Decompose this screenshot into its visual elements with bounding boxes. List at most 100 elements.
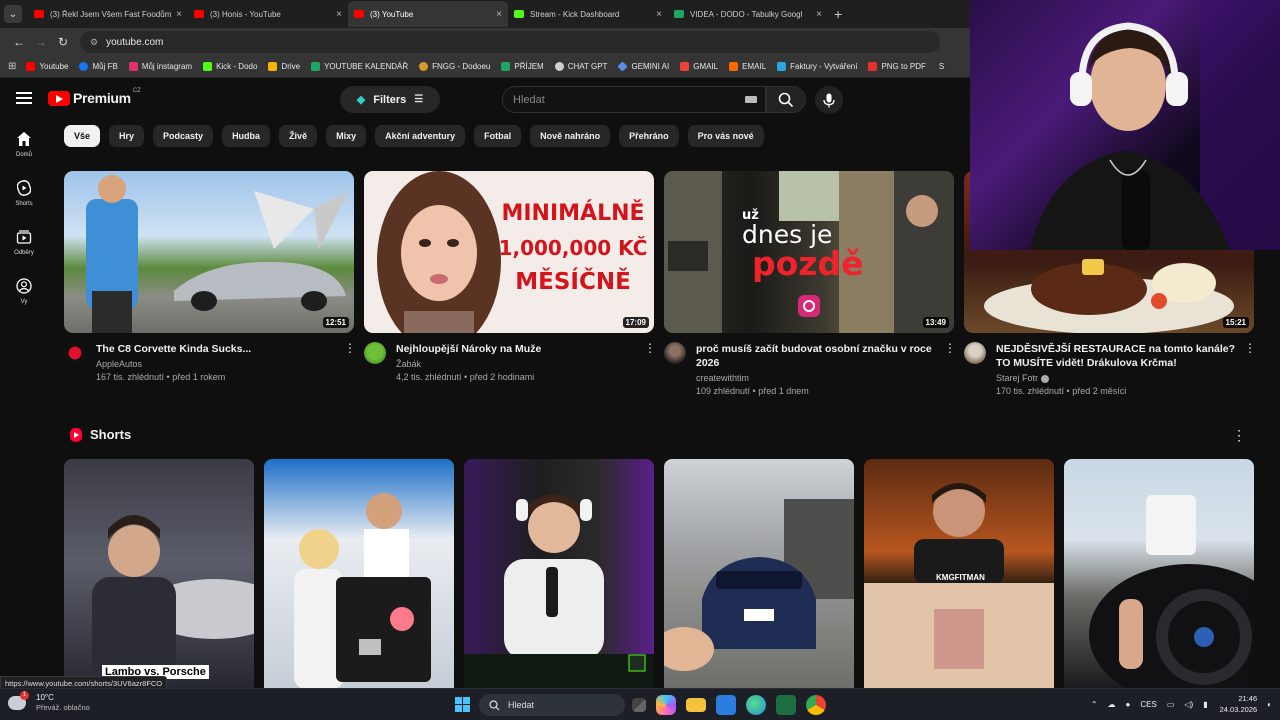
sidebar-item-subscriptions[interactable]: Odběry bbox=[0, 220, 48, 269]
channel-avatar[interactable] bbox=[364, 342, 386, 364]
copilot-icon[interactable] bbox=[656, 695, 676, 715]
close-tab-icon[interactable]: × bbox=[176, 9, 182, 20]
store-icon[interactable] bbox=[716, 695, 736, 715]
network-icon[interactable]: ▭ bbox=[1167, 700, 1175, 709]
video-title[interactable]: Nejhloupější Nároky na Muže bbox=[396, 342, 644, 356]
bookmark-item[interactable]: PŘÍJEM bbox=[501, 62, 544, 71]
bookmark-item[interactable]: GMAIL bbox=[680, 62, 718, 71]
youtube-premium-logo[interactable]: Premium CZ bbox=[48, 88, 141, 106]
onedrive-icon[interactable]: ☁ bbox=[1108, 700, 1116, 709]
bookmark-item[interactable]: Drive bbox=[268, 62, 300, 71]
chip-football[interactable]: Fotbal bbox=[474, 125, 522, 147]
chip-recently-uploaded[interactable]: Nově nahráno bbox=[530, 125, 611, 147]
notification-bell-icon[interactable]: ◐ bbox=[1267, 700, 1272, 709]
close-tab-icon[interactable]: × bbox=[336, 9, 342, 20]
sidebar-item-you[interactable]: Vy bbox=[0, 269, 48, 318]
forward-arrow-icon[interactable]: → bbox=[30, 35, 52, 49]
bookmark-item[interactable]: YOUTUBE KALENDÁŘ bbox=[311, 62, 408, 71]
video-thumbnail[interactable]: 12:51 bbox=[64, 171, 354, 333]
taskbar-search[interactable]: Hledat bbox=[479, 694, 625, 716]
input-language[interactable]: CES bbox=[1140, 700, 1156, 709]
channel-avatar[interactable] bbox=[664, 342, 686, 364]
bookmark-item[interactable]: PNG to PDF bbox=[868, 62, 926, 71]
menu-icon[interactable] bbox=[16, 92, 32, 104]
microphone-tray-icon[interactable]: ● bbox=[1126, 700, 1131, 709]
channel-name[interactable]: AppleAutos bbox=[96, 359, 344, 369]
more-vert-icon[interactable]: ⋮ bbox=[1244, 342, 1256, 396]
video-card[interactable]: už dnes je pozdě 13:49 proč musíš začít … bbox=[664, 171, 956, 396]
short-card[interactable]: KMGFITMAN bbox=[864, 459, 1054, 689]
video-thumbnail[interactable]: MINIMÁLNĚ 1,000,000 KČ MĚSÍČNĚ 17:09 bbox=[364, 171, 654, 333]
more-vert-icon[interactable]: ⋮ bbox=[644, 342, 656, 382]
weather-widget[interactable]: 1 10°C Převáž. oblačno bbox=[8, 690, 90, 712]
tab-search-button[interactable]: ⌄ bbox=[4, 5, 22, 23]
video-card[interactable]: MINIMÁLNĚ 1,000,000 KČ MĚSÍČNĚ 17:09 Nej… bbox=[364, 171, 656, 382]
filters-button[interactable]: ◆ Filters ☰ bbox=[340, 86, 440, 113]
chip-live[interactable]: Živě bbox=[279, 125, 318, 147]
channel-name[interactable]: Starej Fotr bbox=[996, 373, 1244, 383]
video-title[interactable]: The C8 Corvette Kinda Sucks... bbox=[96, 342, 344, 356]
browser-tab[interactable]: Stream - Kick Dashboard × bbox=[508, 1, 668, 27]
short-card[interactable] bbox=[1064, 459, 1254, 689]
bookmark-item[interactable]: FNGG - Dodoeu bbox=[419, 62, 490, 71]
chip-mixes[interactable]: Mixy bbox=[326, 125, 367, 147]
bookmark-item[interactable]: Můj instagram bbox=[128, 62, 192, 71]
site-info-icon[interactable]: ⚙ bbox=[90, 37, 98, 48]
bookmark-item[interactable]: EMAIL bbox=[729, 62, 766, 71]
channel-name[interactable]: createwithtim bbox=[696, 373, 944, 383]
browser-tab[interactable]: (3) Honis - YouTube × bbox=[188, 1, 348, 27]
task-view-icon[interactable] bbox=[632, 698, 646, 712]
url-bar[interactable]: ⚙ youtube.com bbox=[80, 31, 940, 53]
video-title[interactable]: proč musíš začít budovat osobní značku v… bbox=[696, 342, 944, 370]
battery-icon[interactable]: ▮ bbox=[1203, 700, 1207, 709]
sidebar-item-home[interactable]: Domů bbox=[0, 122, 48, 171]
windows-start-icon[interactable] bbox=[455, 697, 470, 712]
search-button[interactable] bbox=[766, 86, 806, 113]
apps-grid-icon[interactable]: ⊞ bbox=[8, 61, 16, 72]
bookmark-item[interactable]: CHAT GPT bbox=[554, 62, 607, 71]
reload-icon[interactable]: ↻ bbox=[52, 35, 74, 49]
bookmark-item[interactable]: S bbox=[936, 62, 947, 71]
channel-name[interactable]: Žabák bbox=[396, 359, 644, 369]
excel-icon[interactable] bbox=[776, 695, 796, 715]
close-tab-icon[interactable]: × bbox=[496, 9, 502, 20]
browser-tab-active[interactable]: (3) YouTube × bbox=[348, 1, 508, 27]
channel-avatar[interactable] bbox=[964, 342, 986, 364]
bookmark-item[interactable]: Faktury - Vytváření bbox=[777, 62, 857, 71]
more-vert-icon[interactable]: ⋮ bbox=[1232, 427, 1246, 444]
short-card[interactable] bbox=[264, 459, 454, 689]
bookmark-item[interactable]: GEMINI AI bbox=[617, 61, 669, 72]
channel-avatar[interactable] bbox=[64, 342, 86, 364]
back-arrow-icon[interactable]: ← bbox=[8, 35, 30, 49]
short-card[interactable] bbox=[464, 459, 654, 689]
video-card[interactable]: 12:51 The C8 Corvette Kinda Sucks... App… bbox=[64, 171, 356, 382]
show-hidden-icons-icon[interactable]: ⌃ bbox=[1091, 700, 1098, 709]
chip-watched[interactable]: Přehráno bbox=[619, 125, 679, 147]
file-explorer-icon[interactable] bbox=[686, 698, 706, 712]
more-vert-icon[interactable]: ⋮ bbox=[344, 342, 356, 382]
browser-tab[interactable]: VIDEA - DODO - Tabulky Googl × bbox=[668, 1, 828, 27]
chip-new-to-you[interactable]: Pro vás nové bbox=[687, 125, 764, 147]
video-thumbnail[interactable]: už dnes je pozdě 13:49 bbox=[664, 171, 954, 333]
taskbar-clock[interactable]: 21:46 24.03.2026 bbox=[1220, 693, 1258, 715]
chip-podcasts[interactable]: Podcasty bbox=[153, 125, 214, 147]
video-title[interactable]: NEJDĚSIVĚJŠÍ RESTAURACE na tomto kanále?… bbox=[996, 342, 1244, 370]
search-input[interactable]: Hledat bbox=[502, 86, 766, 113]
chip-music[interactable]: Hudba bbox=[222, 125, 271, 147]
short-card[interactable]: Lambo vs. Porsche bbox=[64, 459, 254, 689]
bookmark-item[interactable]: Youtube bbox=[26, 62, 68, 71]
chip-all[interactable]: Vše bbox=[64, 125, 101, 147]
more-vert-icon[interactable]: ⋮ bbox=[944, 342, 956, 396]
chip-action-adventure[interactable]: Akční adventury bbox=[375, 125, 466, 147]
keyboard-icon[interactable] bbox=[745, 96, 757, 103]
chrome-icon[interactable] bbox=[806, 695, 826, 715]
edge-icon[interactable] bbox=[746, 695, 766, 715]
close-tab-icon[interactable]: × bbox=[656, 9, 662, 20]
browser-tab[interactable]: (3) Řekl Jsem Všem Fast Foodům × bbox=[28, 1, 188, 27]
chip-games[interactable]: Hry bbox=[109, 125, 145, 147]
sidebar-item-shorts[interactable]: Shorts bbox=[0, 171, 48, 220]
bookmark-item[interactable]: Můj FB bbox=[79, 62, 118, 71]
short-card[interactable] bbox=[664, 459, 854, 689]
volume-icon[interactable]: ◁) bbox=[1184, 700, 1193, 709]
close-tab-icon[interactable]: × bbox=[816, 9, 822, 20]
